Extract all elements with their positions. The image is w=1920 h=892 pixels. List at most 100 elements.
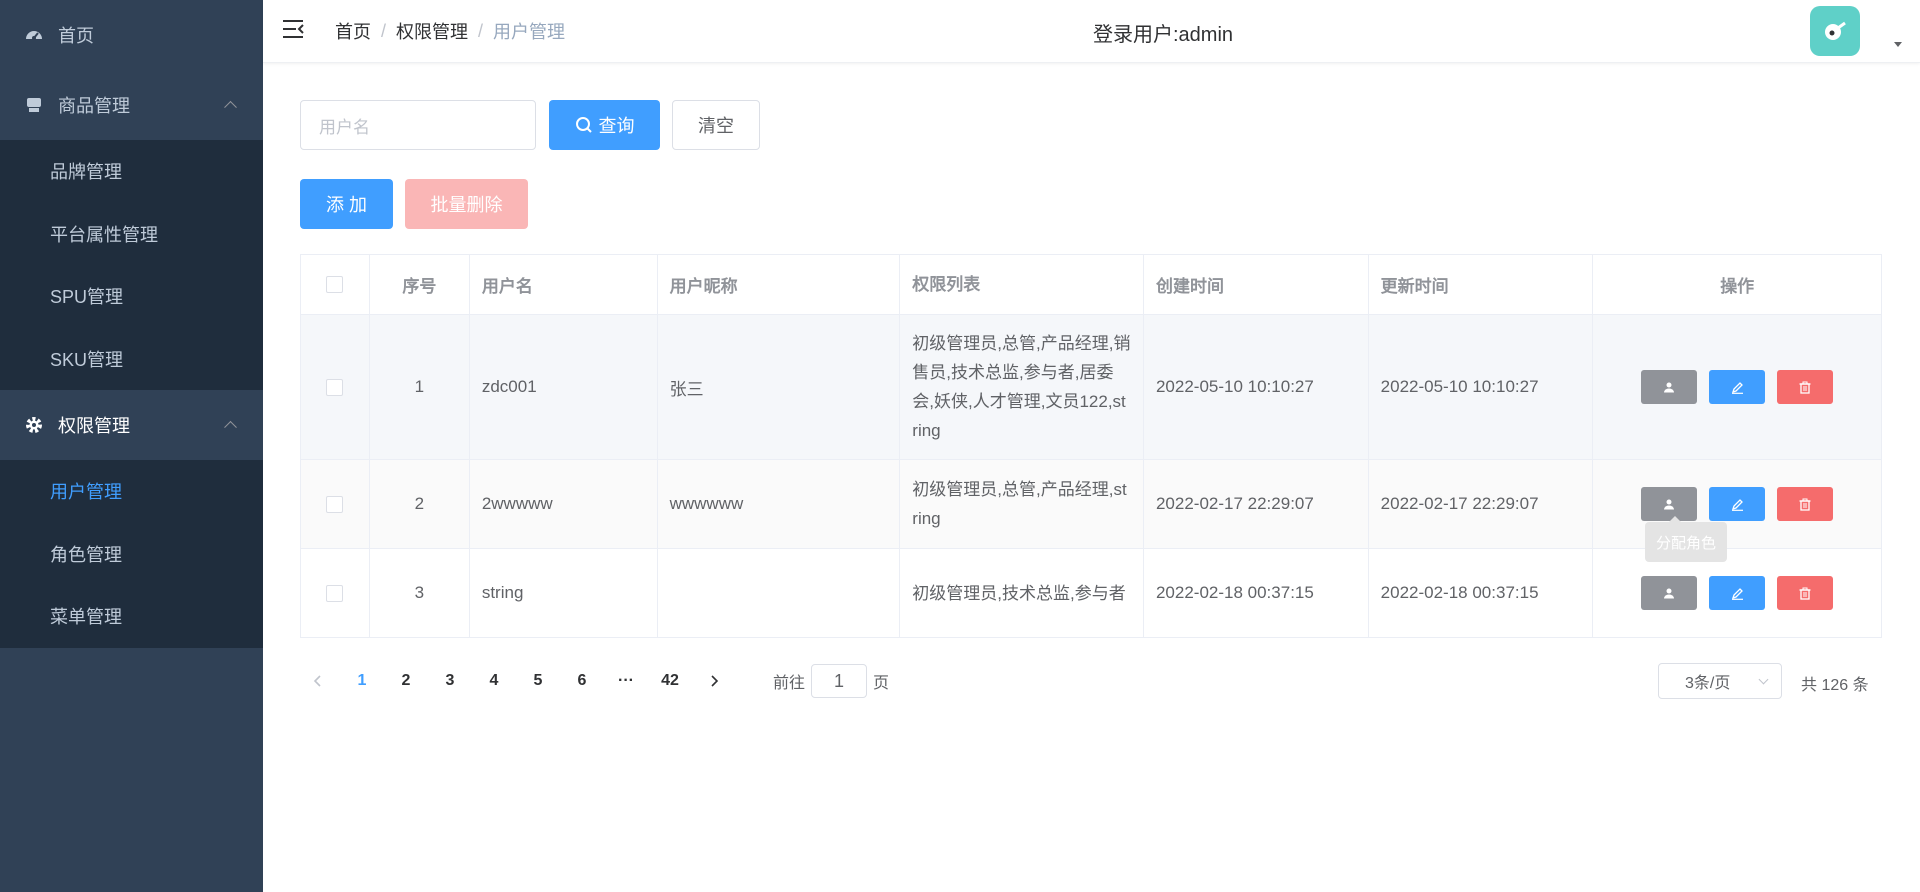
sidebar-item-role-manage[interactable]: 角色管理 [0, 523, 263, 586]
assign-role-button[interactable] [1641, 370, 1698, 404]
row-checkbox[interactable] [326, 584, 344, 602]
query-button[interactable]: 查询 [549, 100, 660, 150]
user-icon [1664, 588, 1675, 599]
sidebar-item-sku[interactable]: SKU管理 [0, 328, 263, 391]
users-table: 序号 用户名 用户昵称 权限列表 创建时间 更新时间 操作 1 zdc001 张… [300, 254, 1882, 638]
login-user-label: 登录用户:admin [1093, 24, 1234, 46]
delete-button[interactable] [1777, 576, 1834, 610]
header-nickname: 用户昵称 [658, 255, 901, 314]
chevron-left-icon [313, 675, 321, 687]
cell-operations [1593, 315, 1881, 459]
username-search-input[interactable]: 用户名 [300, 100, 536, 150]
table-row: 1 zdc001 张三 初级管理员,总管,产品经理,销售员,技术总监,参与者,居… [301, 315, 1881, 460]
page-5[interactable]: 5 [520, 663, 556, 699]
user-icon [1664, 382, 1675, 393]
cell-nickname: 张三 [658, 315, 901, 459]
cell-index: 3 [370, 549, 470, 637]
cell-created: 2022-02-17 22:29:07 [1144, 460, 1369, 548]
batch-delete-button[interactable]: 批量删除 [405, 179, 528, 229]
goto-suffix: 页 [873, 675, 890, 692]
prev-page-button[interactable] [300, 663, 336, 699]
sidebar: 首页 商品管理 品牌管理 平台属性管理 SPU管理 SKU管理 权限管理 用户管… [0, 0, 263, 892]
edit-button[interactable] [1709, 576, 1766, 610]
delete-button[interactable] [1777, 487, 1834, 521]
query-button-label: 查询 [598, 116, 635, 136]
breadcrumb-current: 用户管理 [493, 22, 566, 42]
cell-index: 2 [370, 460, 470, 548]
chevron-up-icon [224, 420, 237, 434]
sidebar-item-attr[interactable]: 平台属性管理 [0, 203, 263, 266]
user-icon [1664, 499, 1675, 510]
sidebar-item-permission[interactable]: 权限管理 [0, 390, 263, 460]
breadcrumb: 首页 / 权限管理 / 用户管理 [335, 18, 565, 44]
gear-icon [24, 415, 44, 435]
submenu-goods: 品牌管理 平台属性管理 SPU管理 SKU管理 [0, 140, 263, 390]
row-checkbox[interactable] [326, 378, 344, 396]
sidebar-item-label: 权限管理 [58, 416, 130, 436]
page-size-value: 3条/页 [1685, 675, 1731, 692]
page-42[interactable]: 42 [652, 663, 688, 699]
header-created: 创建时间 [1144, 255, 1369, 314]
clear-button[interactable]: 清空 [672, 100, 760, 150]
page-4[interactable]: 4 [476, 663, 512, 699]
trash-icon [1799, 381, 1811, 394]
avatar[interactable] [1810, 6, 1860, 56]
cell-permissions: 初级管理员,总管,产品经理,string [900, 460, 1144, 548]
sidebar-item-label: 商品管理 [58, 96, 130, 116]
breadcrumb-separator: / [478, 20, 484, 41]
header-select-all [301, 255, 370, 314]
chevron-up-icon [224, 100, 237, 114]
sidebar-item-label: 首页 [58, 26, 94, 46]
hamburger-icon[interactable] [283, 19, 305, 39]
edit-icon [1731, 587, 1743, 600]
row-select [301, 315, 370, 459]
delete-button[interactable] [1777, 370, 1834, 404]
select-all-checkbox[interactable] [326, 276, 344, 293]
cell-nickname [658, 549, 901, 637]
next-page-button[interactable] [696, 663, 732, 699]
page-6[interactable]: 6 [564, 663, 600, 699]
assign-role-button[interactable] [1641, 576, 1698, 610]
breadcrumb-home[interactable]: 首页 [335, 18, 371, 44]
goto-page-input[interactable]: 1 [811, 664, 868, 698]
table-row: 3 string 初级管理员,技术总监,参与者 2022-02-18 00:37… [301, 549, 1881, 637]
page-2[interactable]: 2 [388, 663, 424, 699]
cell-operations [1593, 460, 1881, 548]
pagination: 1 2 3 4 5 6 ··· 42 [300, 663, 740, 699]
page-jumper: 前往 1 页 [773, 663, 889, 699]
sidebar-item-goods[interactable]: 商品管理 [0, 70, 263, 140]
table-header-row: 序号 用户名 用户昵称 权限列表 创建时间 更新时间 操作 [301, 255, 1881, 315]
total-count: 共 126 条 [1801, 677, 1869, 694]
cell-index: 1 [370, 315, 470, 459]
sidebar-item-brand[interactable]: 品牌管理 [0, 140, 263, 203]
breadcrumb-separator: / [381, 20, 387, 41]
page-1[interactable]: 1 [344, 663, 380, 699]
chevron-down-icon [1758, 674, 1769, 685]
page-size-select[interactable]: 3条/页 [1658, 663, 1782, 699]
more-pages[interactable]: ··· [608, 663, 644, 699]
row-select [301, 460, 370, 548]
breadcrumb-permission[interactable]: 权限管理 [396, 18, 468, 44]
table-row: 2 2wwwww wwwwww 初级管理员,总管,产品经理,string 202… [301, 460, 1881, 549]
edit-button[interactable] [1709, 370, 1766, 404]
search-icon [575, 116, 593, 134]
chevron-right-icon [711, 675, 719, 687]
trash-icon [1799, 587, 1811, 600]
cell-username: 2wwwww [470, 460, 658, 548]
cell-updated: 2022-02-18 00:37:15 [1369, 549, 1594, 637]
add-button[interactable]: 添 加 [300, 179, 393, 229]
sidebar-item-home[interactable]: 首页 [0, 0, 263, 70]
edit-icon [1731, 381, 1743, 394]
caret-down-icon[interactable] [1894, 42, 1902, 47]
edit-button[interactable] [1709, 487, 1766, 521]
header-updated: 更新时间 [1369, 255, 1594, 314]
page-3[interactable]: 3 [432, 663, 468, 699]
sidebar-item-menu-manage[interactable]: 菜单管理 [0, 585, 263, 648]
row-checkbox[interactable] [326, 495, 344, 513]
header-index: 序号 [370, 255, 470, 314]
cell-created: 2022-05-10 10:10:27 [1144, 315, 1369, 459]
dashboard-icon [24, 25, 44, 45]
cell-nickname: wwwwww [658, 460, 901, 548]
sidebar-item-spu[interactable]: SPU管理 [0, 265, 263, 328]
sidebar-item-user-manage[interactable]: 用户管理 [0, 460, 263, 523]
